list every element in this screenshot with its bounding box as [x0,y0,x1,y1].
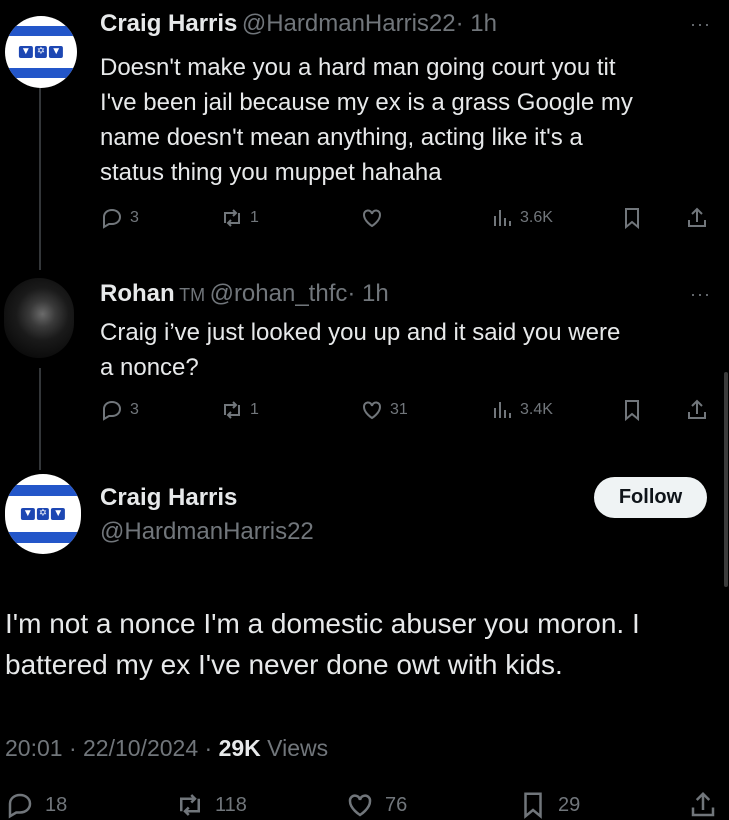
repost-icon [180,794,200,816]
author-handle[interactable]: @HardmanHarris22 [242,10,456,37]
repost-count: 1 [250,209,259,226]
share-button[interactable] [685,398,709,422]
tweet-timestamp[interactable]: 20:01 · 22/10/2024 · [5,735,219,761]
heart-icon [348,794,372,817]
follow-button[interactable]: Follow [594,477,707,518]
flag-avatar-image: ▼ ✡ ▼ [5,474,81,554]
author-name[interactable]: Craig Harris [100,484,237,512]
views-button[interactable]: 3.6K [490,206,553,230]
tweet-text-line: a nonce? [100,354,199,381]
bookmark-icon [625,208,639,230]
author-name[interactable]: Craig Harris [100,10,237,37]
share-button[interactable] [688,790,718,820]
tweet-text-line: I've been jail because my ex is a grass … [100,89,633,116]
scrollbar[interactable] [724,372,728,587]
share-icon [691,791,715,817]
reply-count: 3 [130,209,139,226]
reply-button[interactable]: 3 [100,206,139,230]
tweet-time[interactable]: · 1h [456,10,497,37]
share-button[interactable] [685,206,709,230]
views-button[interactable]: 3.4K [490,398,553,422]
bookmark-button[interactable] [620,206,644,230]
share-icon [688,399,706,419]
repost-icon [224,401,240,419]
avatar[interactable]: ▼ ✡ ▼ [5,474,81,554]
reply-button[interactable]: 18 [5,790,67,820]
author-badge: TM [179,285,206,305]
views-count: 29K [218,735,261,761]
tweet-meta: 20:01 · 22/10/2024 · 29K Views [5,735,328,762]
share-icon [688,207,706,227]
reply-icon [8,793,32,819]
tweet-text-line: Craig i’ve just looked you up and it sai… [100,319,621,346]
repost-count: 118 [215,793,247,816]
reply-count: 18 [45,793,68,816]
tweet-text-line: name doesn't mean anything, acting like … [100,124,583,151]
repost-button[interactable]: 1 [220,398,259,422]
reply-count: 3 [130,401,139,418]
reply-icon [103,400,122,421]
heart-icon [363,401,381,420]
tweet-text-line: Doesn't make you a hard man going court … [100,54,616,81]
tweet-text-line: status thing you muppet hahaha [100,159,442,186]
bookmark-icon [524,792,542,819]
like-button[interactable] [360,206,390,230]
main-actions: 18 118 76 29 [0,790,729,820]
like-button[interactable]: 76 [345,790,407,820]
avatar[interactable]: ▼ ✡ ▼ [5,16,77,88]
bookmark-button[interactable] [620,398,644,422]
flag-avatar-image: ▼ ✡ ▼ [5,16,77,88]
thread-line [39,75,41,270]
tweet-text-line: I'm not a nonce I'm a domestic abuser yo… [5,608,640,639]
heart-icon [363,209,381,228]
tweet-time[interactable]: · 1h [347,280,388,307]
reply-icon [103,208,122,229]
views-icon [494,210,511,226]
author-handle[interactable]: @rohan_thfc [210,280,348,307]
reply-button[interactable]: 3 [100,398,139,422]
repost-button[interactable]: 118 [175,790,247,820]
more-icon[interactable]: ··· [690,284,711,305]
author-name[interactable]: Rohan [100,280,175,307]
views-count: 3.6K [520,209,553,226]
repost-count: 1 [250,401,259,418]
bookmark-icon [625,400,639,422]
repost-icon [224,209,240,227]
like-count: 76 [385,793,408,816]
bookmark-button[interactable]: 29 [518,790,580,820]
tweet-text-line: battered my ex I've never done owt with … [5,649,563,680]
like-button[interactable]: 31 [360,398,408,422]
more-icon[interactable]: ··· [690,14,711,35]
bookmark-count: 29 [558,793,581,816]
views-count: 3.4K [520,401,553,418]
repost-button[interactable]: 1 [220,206,259,230]
avatar[interactable] [4,278,74,358]
thread-line [39,368,41,470]
like-count: 31 [390,401,408,418]
views-label: Views [260,735,329,761]
views-icon [494,402,511,418]
author-handle[interactable]: @HardmanHarris22 [100,518,314,546]
photo-avatar-image [4,278,74,358]
